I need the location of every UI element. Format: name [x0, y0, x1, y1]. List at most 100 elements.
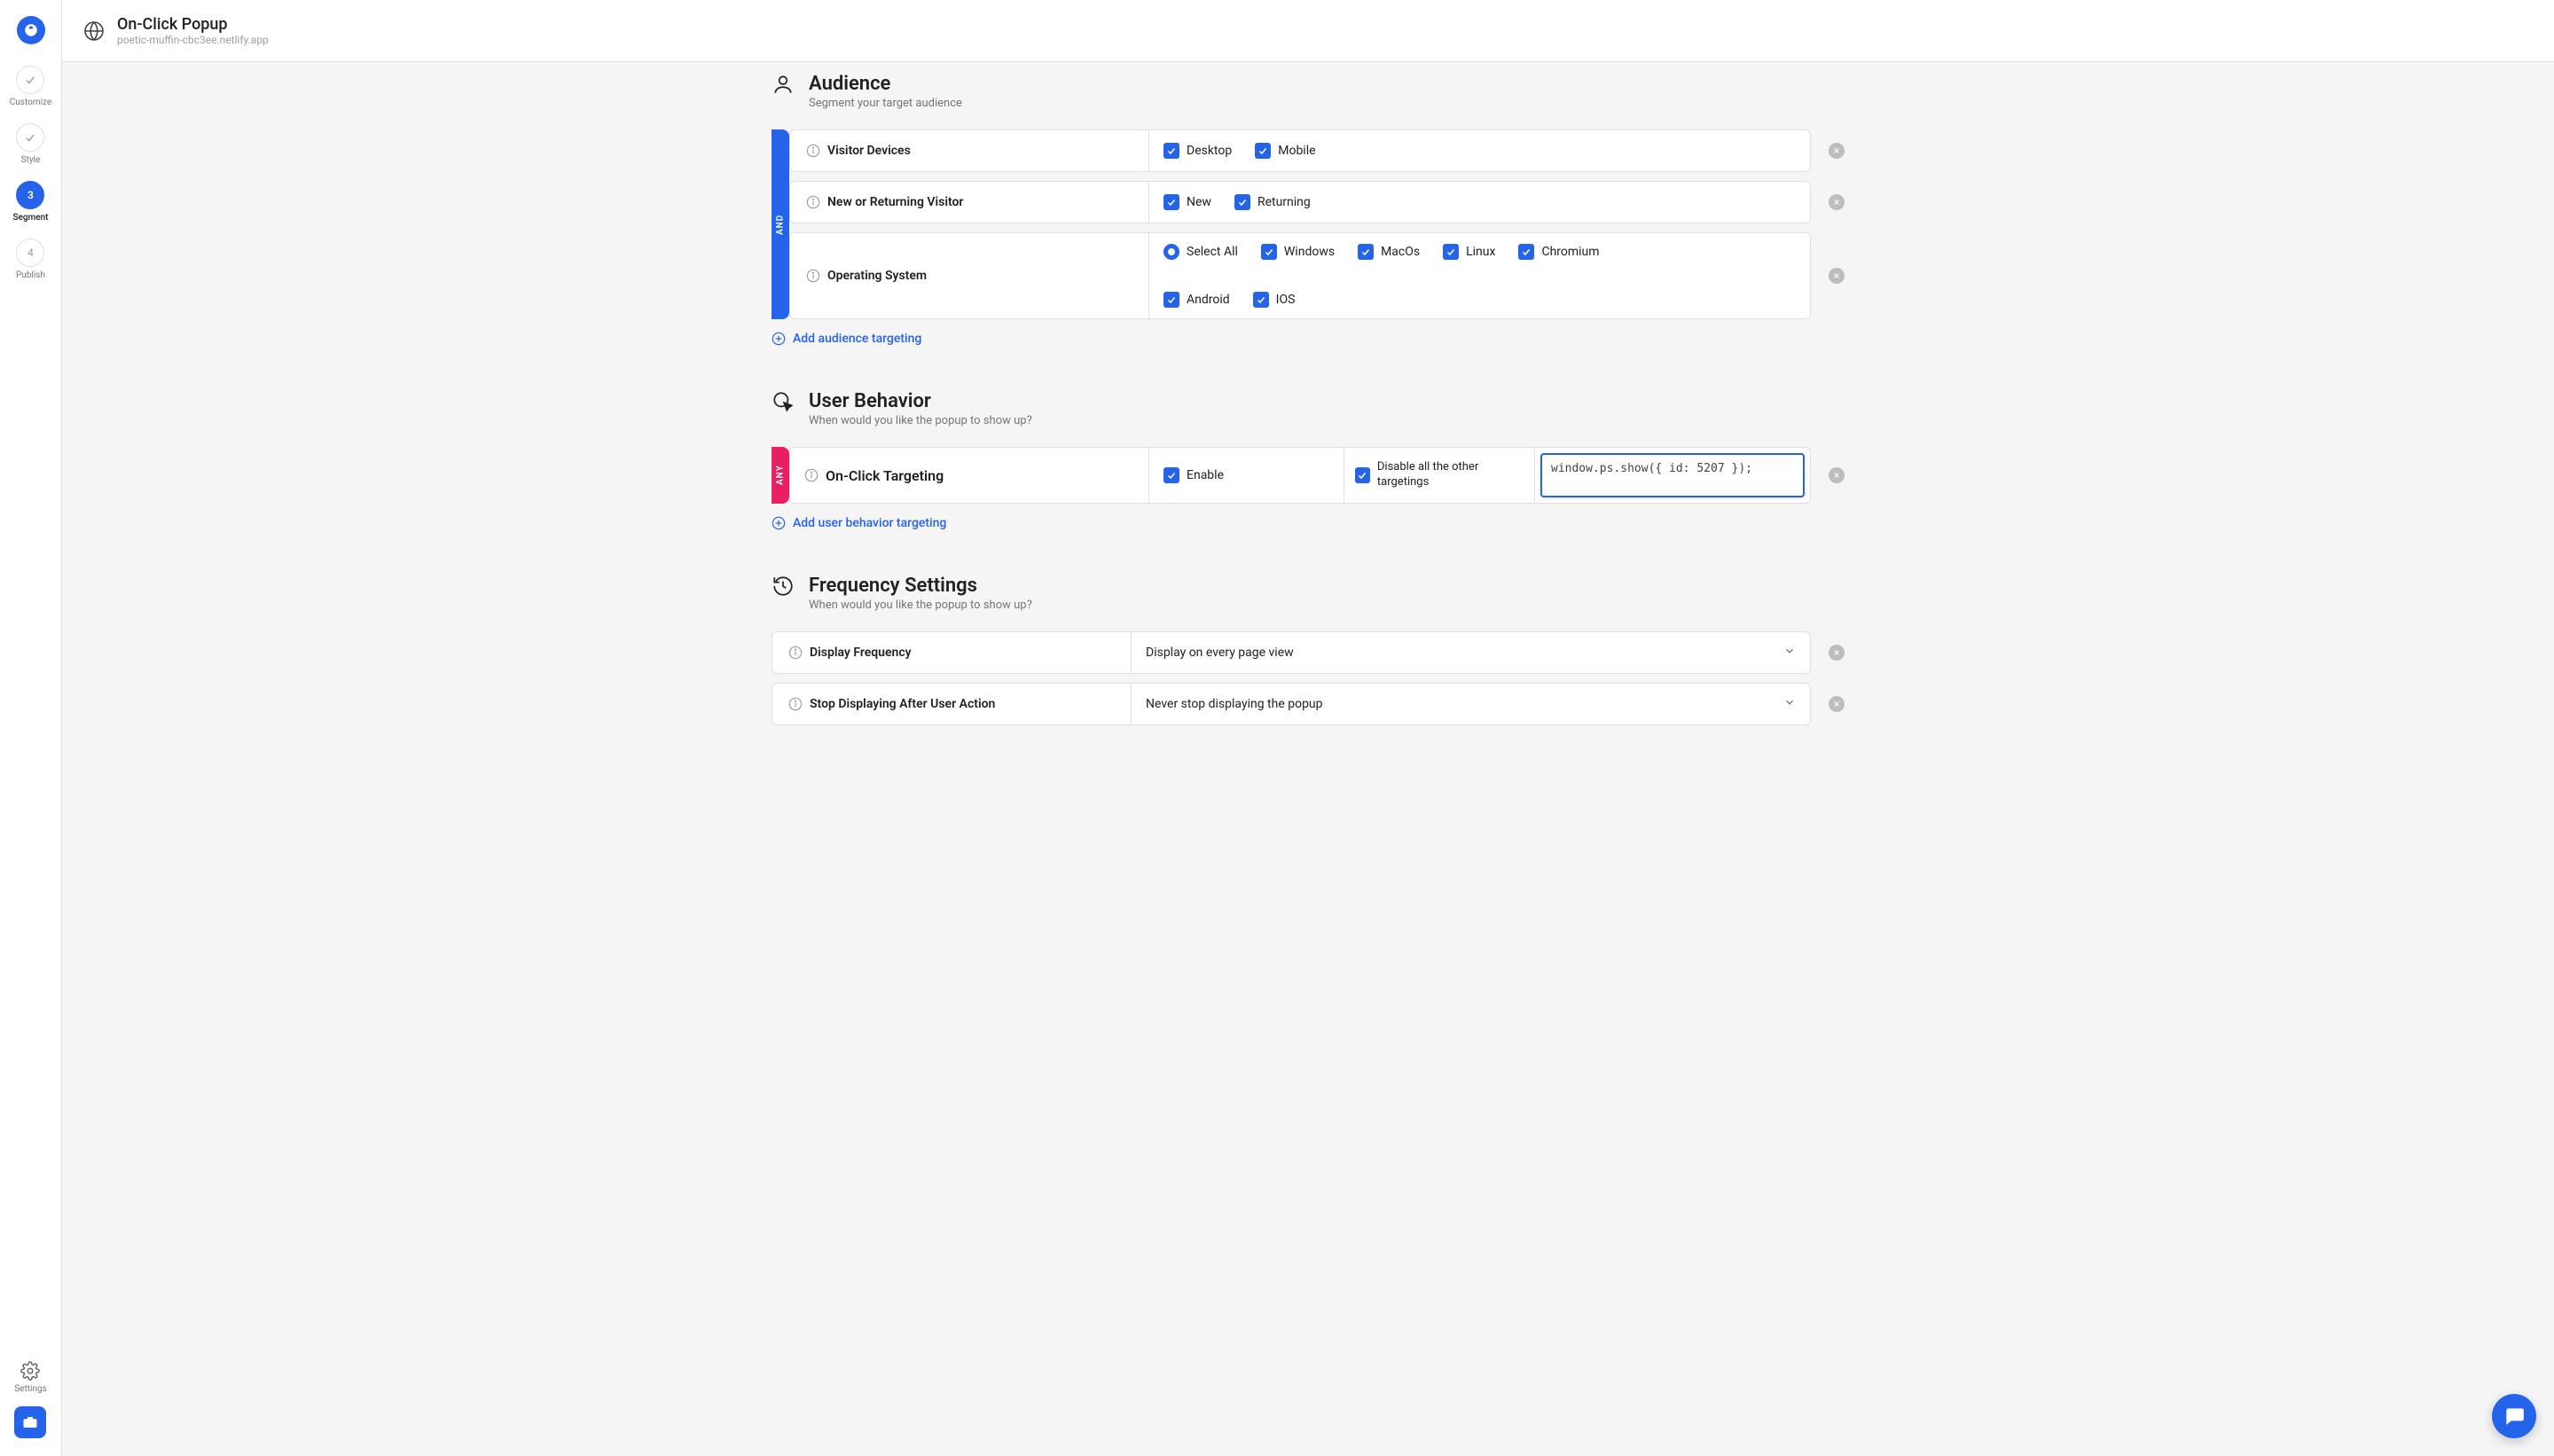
left-rail: Customize Style 3 Segment 4 Publish Sett… [0, 0, 62, 1456]
radio-select-all[interactable] [1163, 244, 1179, 260]
page-header: On-Click Popup poetic-muffin-cbc3ee.netl… [62, 0, 2554, 62]
option-mobile[interactable]: Mobile [1255, 143, 1315, 159]
user-icon [772, 73, 795, 96]
checkbox-macos[interactable] [1358, 244, 1374, 260]
step-label: Customize [10, 98, 51, 107]
remove-rule-button[interactable] [1829, 143, 1845, 159]
rule-operating-system: Operating System Select All [789, 232, 1845, 319]
step-segment[interactable]: 3 Segment [12, 181, 48, 223]
checkbox-android[interactable] [1163, 292, 1179, 308]
select-value: Never stop displaying the popup [1146, 697, 1323, 711]
info-icon[interactable] [806, 195, 820, 209]
option-linux[interactable]: Linux [1443, 244, 1495, 260]
globe-icon [83, 20, 105, 42]
step-number: 3 [16, 181, 44, 209]
checkbox-linux[interactable] [1443, 244, 1459, 260]
checkbox-desktop[interactable] [1163, 143, 1179, 159]
info-icon[interactable] [788, 646, 803, 660]
option-returning[interactable]: Returning [1234, 194, 1311, 210]
checkbox-mobile[interactable] [1255, 143, 1271, 159]
behavior-rules: ANY On-Click Targeting [772, 447, 1845, 504]
option-disable-others[interactable]: Disable all the other targetings [1355, 460, 1524, 490]
section-title: User Behavior [809, 390, 1032, 412]
step-style[interactable]: Style [16, 123, 44, 165]
rule-visitor-devices: Visitor Devices Desktop [789, 129, 1845, 172]
section-subtitle: When would you like the popup to show up… [809, 599, 1032, 612]
rule-label: Display Frequency [810, 646, 912, 660]
remove-rule-button[interactable] [1829, 696, 1845, 712]
add-audience-targeting-button[interactable]: Add audience targeting [772, 332, 1845, 346]
audience-section: Audience Segment your target audience AN… [772, 69, 1845, 346]
option-new[interactable]: New [1163, 194, 1211, 210]
operator-any-toggle[interactable]: ANY [772, 447, 789, 504]
chat-fab-button[interactable] [2492, 1394, 2536, 1438]
info-icon[interactable] [804, 468, 819, 482]
option-macos[interactable]: MacOs [1358, 244, 1420, 260]
option-desktop[interactable]: Desktop [1163, 143, 1232, 159]
checkbox-ios[interactable] [1253, 292, 1269, 308]
step-publish[interactable]: 4 Publish [16, 239, 45, 280]
frequency-section: Frequency Settings When would you like t… [772, 571, 1845, 725]
rule-label: Operating System [827, 269, 927, 283]
operator-and-toggle[interactable]: AND [772, 129, 789, 319]
step-label: Style [21, 155, 41, 165]
plus-circle-icon [772, 332, 786, 346]
remove-rule-button[interactable] [1829, 194, 1845, 210]
history-icon [772, 575, 795, 598]
rule-label: New or Returning Visitor [827, 195, 963, 209]
info-icon[interactable] [788, 697, 803, 711]
section-subtitle: When would you like the popup to show up… [809, 414, 1032, 427]
step-label: Segment [12, 213, 48, 223]
option-ios[interactable]: IOS [1253, 292, 1296, 308]
step-customize[interactable]: Customize [10, 66, 51, 107]
remove-rule-button[interactable] [1829, 645, 1845, 661]
behavior-section: User Behavior When would you like the po… [772, 387, 1845, 530]
check-icon [16, 123, 44, 152]
display-frequency-select[interactable]: Display on every page view [1132, 632, 1810, 673]
info-icon[interactable] [806, 144, 820, 158]
checkbox-enable[interactable] [1163, 467, 1179, 483]
step-label: Publish [16, 270, 45, 280]
rule-label: Visitor Devices [827, 144, 911, 158]
option-chromium[interactable]: Chromium [1518, 244, 1599, 260]
section-title: Audience [809, 73, 962, 95]
option-windows[interactable]: Windows [1261, 244, 1335, 260]
add-behavior-targeting-button[interactable]: Add user behavior targeting [772, 516, 1845, 530]
step-number: 4 [16, 239, 44, 267]
checkbox-chromium[interactable] [1518, 244, 1534, 260]
rule-new-returning: New or Returning Visitor New [789, 181, 1845, 223]
option-android[interactable]: Android [1163, 292, 1230, 308]
page-subtitle: poetic-muffin-cbc3ee.netlify.app [117, 34, 269, 46]
plus-circle-icon [772, 516, 786, 530]
rule-stop-displaying: Stop Displaying After User Action Never … [772, 683, 1845, 725]
rule-label: Stop Displaying After User Action [810, 697, 995, 711]
checkbox-windows[interactable] [1261, 244, 1277, 260]
code-snippet-input[interactable] [1540, 453, 1805, 497]
select-value: Display on every page view [1146, 646, 1294, 660]
rule-on-click-targeting: On-Click Targeting Enable [789, 447, 1845, 504]
checkbox-returning[interactable] [1234, 194, 1250, 210]
option-enable[interactable]: Enable [1163, 467, 1224, 483]
page-title: On-Click Popup [117, 15, 269, 34]
rule-display-frequency: Display Frequency Display on every page … [772, 631, 1845, 674]
logo [17, 16, 45, 44]
checkbox-disable-others[interactable] [1355, 467, 1370, 483]
workspace-button[interactable] [14, 1406, 46, 1438]
checkbox-new[interactable] [1163, 194, 1179, 210]
cursor-click-icon [772, 390, 795, 413]
remove-rule-button[interactable] [1829, 467, 1845, 483]
settings-button[interactable]: Settings [14, 1361, 47, 1394]
remove-rule-button[interactable] [1829, 268, 1845, 284]
settings-label: Settings [14, 1384, 47, 1394]
audience-rules: AND Visitor Devices [772, 129, 1845, 319]
chat-icon [2503, 1405, 2526, 1428]
check-icon [16, 66, 44, 94]
chevron-down-icon [1783, 696, 1796, 712]
rule-label: On-Click Targeting [826, 467, 944, 484]
info-icon[interactable] [806, 269, 820, 283]
stop-displaying-select[interactable]: Never stop displaying the popup [1132, 684, 1810, 724]
chevron-down-icon [1783, 645, 1796, 661]
option-select-all[interactable]: Select All [1163, 244, 1238, 260]
gear-icon [20, 1361, 40, 1381]
briefcase-icon [22, 1414, 38, 1430]
